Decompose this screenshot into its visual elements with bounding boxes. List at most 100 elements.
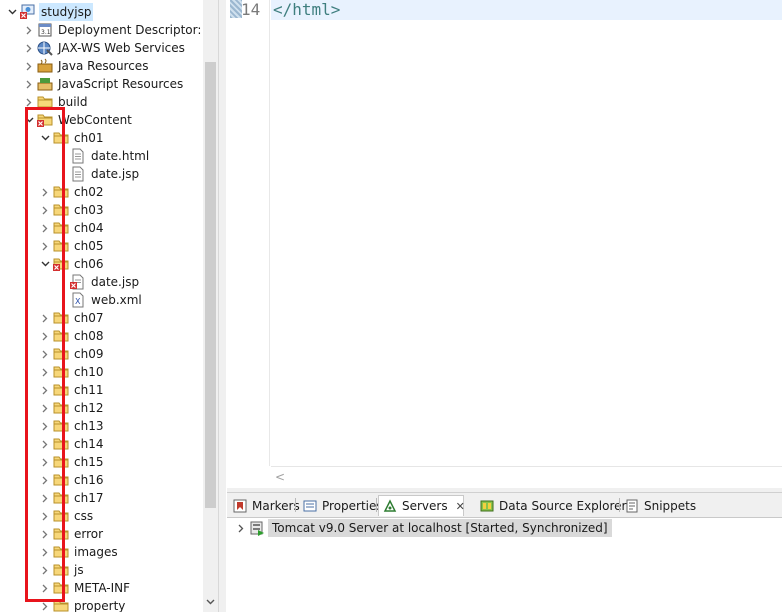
folder-icon [53,580,69,596]
code-line-text[interactable]: </html> [273,0,340,20]
chevron-right-icon[interactable] [39,363,51,381]
chevron-right-icon[interactable] [39,543,51,561]
chevron-right-icon[interactable] [39,219,51,237]
chevron-right-icon[interactable] [39,453,51,471]
tree-item[interactable]: js [39,561,86,579]
chevron-right-icon[interactable] [39,327,51,345]
scroll-left-icon[interactable]: < [275,470,285,484]
tree-item[interactable]: ch17 [39,489,105,507]
chevron-right-icon[interactable] [39,309,51,327]
folder-icon [53,454,69,470]
tree-item[interactable]: property [39,597,127,612]
chevron-down-icon[interactable] [6,3,18,21]
tree-item[interactable]: ch05 [39,237,105,255]
tree-item[interactable]: ch02 [39,183,105,201]
chevron-right-icon[interactable] [235,519,247,537]
chevron-right-icon[interactable] [23,39,35,57]
chevron-right-icon[interactable] [39,579,51,597]
tree-item[interactable]: error [39,525,105,543]
chevron-down-icon[interactable] [39,255,51,273]
chevron-right-icon[interactable] [39,507,51,525]
tree-item[interactable]: ch14 [39,435,105,453]
tree-item[interactable]: ch15 [39,453,105,471]
tree-item[interactable]: ch10 [39,363,105,381]
chevron-right-icon[interactable] [39,399,51,417]
chevron-right-icon[interactable] [39,561,51,579]
tab-markers[interactable]: Markers [229,495,304,516]
chevron-right-icon[interactable] [39,381,51,399]
chevron-right-icon[interactable] [39,417,51,435]
file-icon [70,148,86,164]
tree-item[interactable]: ch12 [39,399,105,417]
tree-item[interactable]: ch08 [39,327,105,345]
tree-item[interactable]: css [39,507,95,525]
chevron-right-icon[interactable] [39,345,51,363]
tree-item[interactable]: build [23,93,90,111]
tree-item[interactable]: ch11 [39,381,105,399]
chevron-right-icon[interactable] [39,435,51,453]
tree-item[interactable]: Java Resources [23,57,150,75]
chevron-right-icon[interactable] [23,93,35,111]
scroll-down-icon[interactable] [203,594,218,610]
tree-item[interactable]: ch13 [39,417,105,435]
tree-item[interactable]: META-INF [39,579,132,597]
tree-item-label: build [58,95,88,109]
tab-data-source-explorer[interactable]: Data Source Explorer [476,495,630,516]
chevron-right-icon[interactable] [39,201,51,219]
tab-label: Markers [252,498,300,513]
folder-error-icon [37,112,53,128]
folder-icon [53,310,69,326]
server-list-item[interactable]: Tomcat v9.0 Server at localhost [Started… [235,519,612,537]
tree-item[interactable]: JavaScript Resources [23,75,185,93]
tree-item[interactable]: date.html [70,147,151,165]
folder-icon [53,508,69,524]
tree-item[interactable]: ch16 [39,471,105,489]
tree-item-label: ch12 [74,401,104,415]
explorer-scrollbar-thumb[interactable] [205,62,216,508]
java-resources-icon [37,58,53,74]
tree-item-label: JavaScript Resources [58,77,184,91]
tree-item[interactable]: images [39,543,120,561]
tree-item[interactable]: ch09 [39,345,105,363]
folder-icon [53,202,69,218]
close-icon[interactable]: ✕ [456,500,465,513]
tree-item[interactable]: WebContent [23,111,134,129]
tree-item[interactable]: 3.1 Deployment Descriptor: stu [23,21,218,39]
chevron-right-icon[interactable] [39,237,51,255]
chevron-right-icon[interactable] [39,489,51,507]
tree-item[interactable]: ch03 [39,201,105,219]
tab-snippets[interactable]: Snippets [621,495,700,516]
web-services-icon [37,40,53,56]
tab-properties[interactable]: Properties [299,495,387,516]
editor-horizontal-scrollbar[interactable]: < [271,466,782,487]
folder-icon [53,220,69,236]
tree-item-label: META-INF [74,581,131,595]
chevron-right-icon[interactable] [39,597,51,612]
tree-item[interactable]: date.jsp [70,273,141,291]
tree-item-label: JAX-WS Web Services [58,41,185,55]
chevron-down-icon[interactable] [23,111,35,129]
tree-item[interactable]: JAX-WS Web Services [23,39,187,57]
folder-icon [53,526,69,542]
tree-item-label: date.html [91,149,150,163]
chevron-right-icon[interactable] [39,183,51,201]
chevron-right-icon[interactable] [23,57,35,75]
pane-splitter[interactable] [218,0,226,612]
folder-icon [53,436,69,452]
tree-item[interactable]: ch04 [39,219,105,237]
chevron-right-icon[interactable] [23,21,35,39]
tree-item[interactable]: studyjsp [6,3,94,21]
tree-item[interactable]: Xweb.xml [70,291,144,309]
chevron-right-icon[interactable] [39,525,51,543]
folder-icon [53,598,69,612]
chevron-down-icon[interactable] [39,129,51,147]
chevron-right-icon[interactable] [39,471,51,489]
chevron-right-icon[interactable] [23,75,35,93]
tree-item[interactable]: date.jsp [70,165,141,183]
tree-item[interactable]: ch06 [39,255,105,273]
tree-item[interactable]: ch07 [39,309,105,327]
tab-servers[interactable]: Servers ✕ [378,495,465,516]
code-editor[interactable]: 14 </html> < [227,0,782,492]
panel-tab-bar: Markers Properties Servers ✕ Data Source… [227,493,782,518]
tree-item[interactable]: ch01 [39,129,105,147]
